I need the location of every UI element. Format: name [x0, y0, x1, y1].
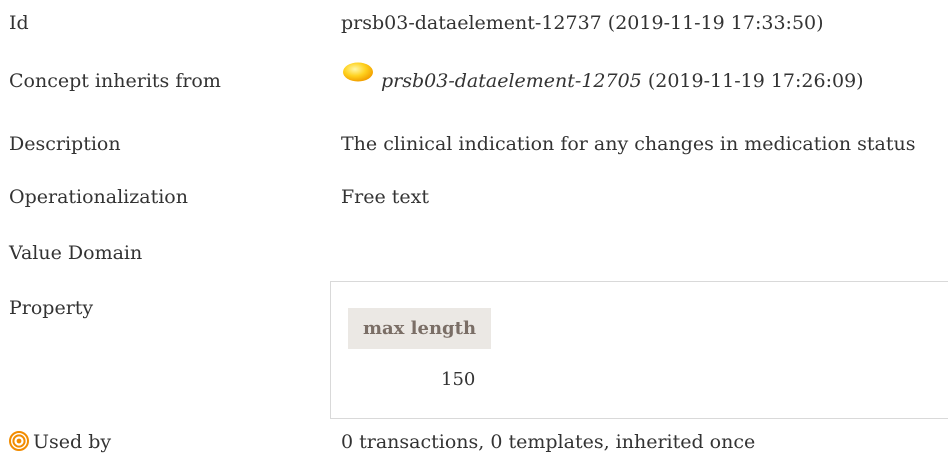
inherits-label: Concept inherits from: [9, 70, 221, 92]
target-icon: [9, 431, 29, 451]
used-by-value: 0 transactions, 0 templates, inherited o…: [341, 431, 756, 453]
operationalization-label: Operationalization: [9, 186, 188, 208]
property-label: Property: [9, 297, 94, 319]
sun-icon: [343, 62, 373, 82]
used-by-label: Used by: [33, 431, 112, 453]
property-header-max-length: max length: [348, 308, 491, 349]
value-domain-label: Value Domain: [9, 242, 143, 264]
property-table: max length 150: [330, 281, 948, 419]
inherits-value: prsb03-dataelement-12705 (2019-11-19 17:…: [381, 70, 864, 92]
description-value: The clinical indication for any changes …: [341, 133, 916, 155]
id-value: prsb03-dataelement-12737 (2019-11-19 17:…: [341, 12, 824, 34]
description-label: Description: [9, 133, 121, 155]
id-label: Id: [9, 12, 29, 34]
property-value-max-length: 150: [441, 369, 476, 390]
inherits-concept-date: (2019-11-19 17:26:09): [647, 70, 864, 92]
inherits-concept-link[interactable]: prsb03-dataelement-12705: [381, 70, 642, 92]
operationalization-value: Free text: [341, 186, 430, 208]
